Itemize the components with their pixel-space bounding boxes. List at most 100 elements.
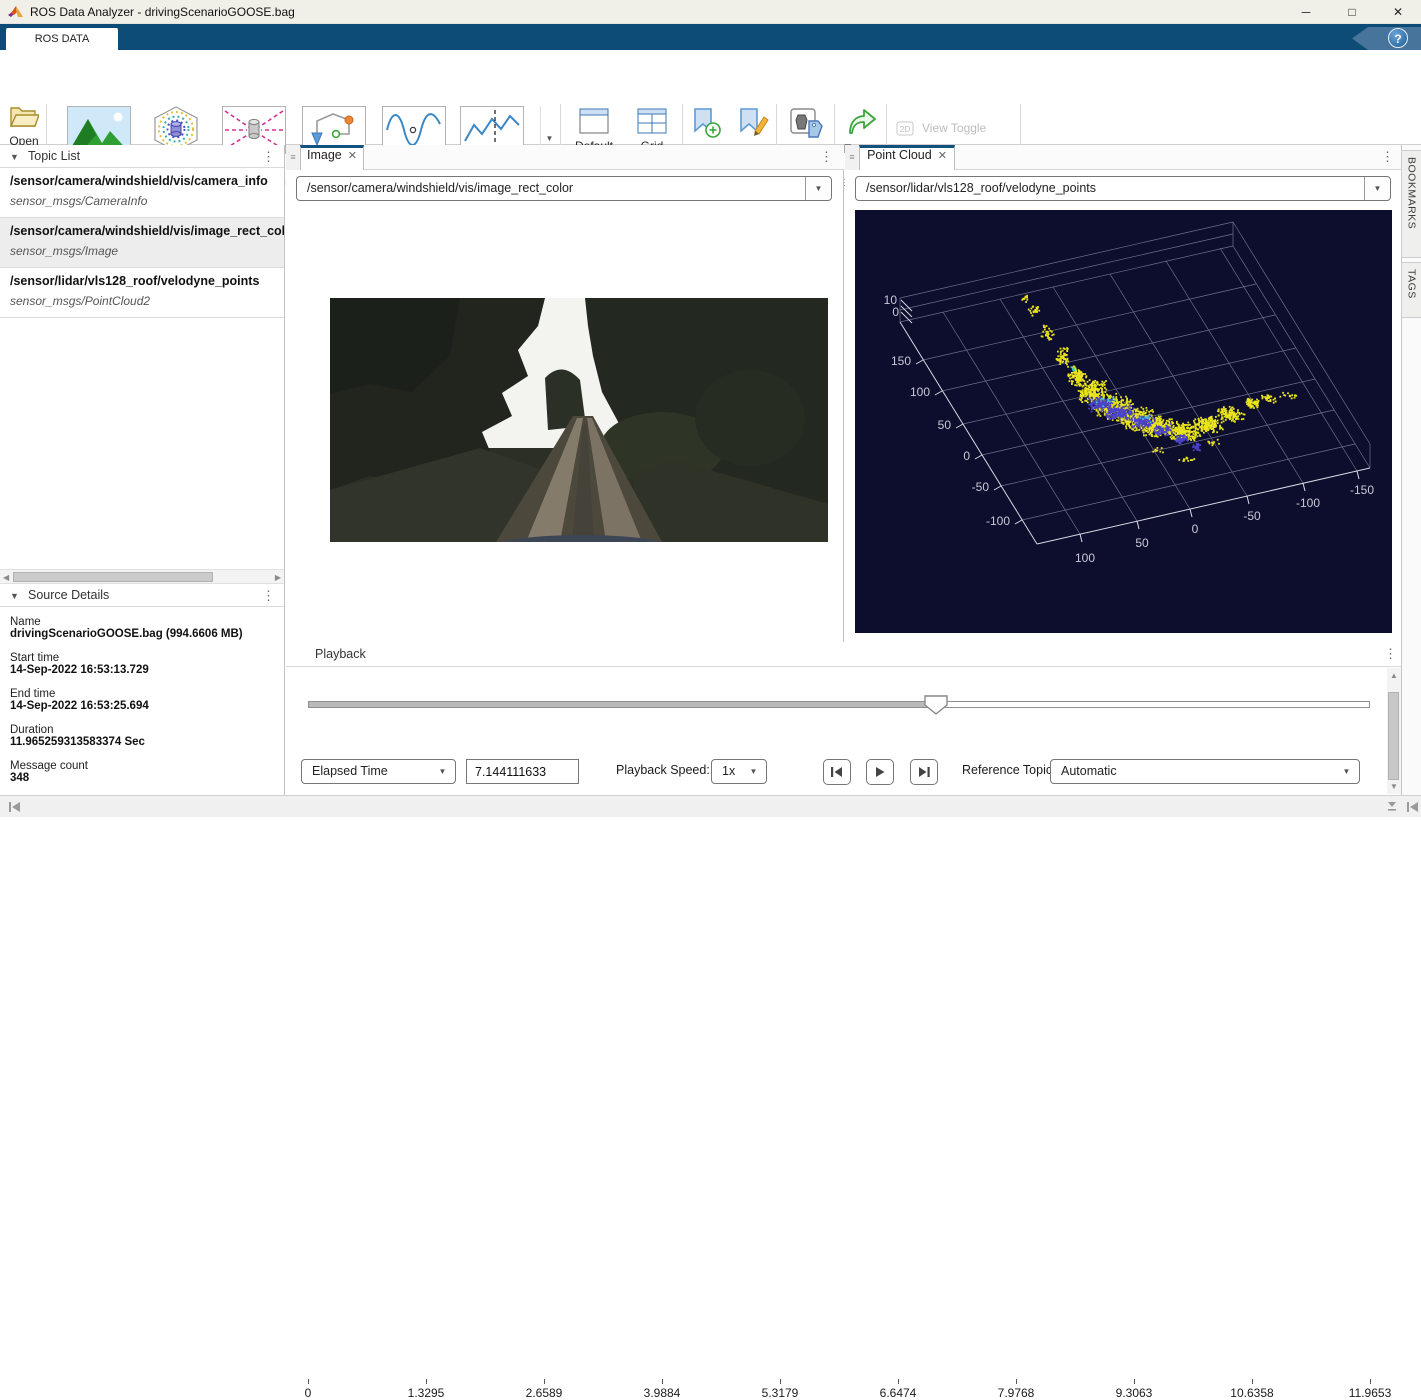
pointcloud-topic-value: /sensor/lidar/vls128_roof/velodyne_point… [866, 177, 1096, 200]
source-field-value: 11.965259313583374 Sec [10, 736, 145, 748]
minimize-button[interactable]: ─ [1283, 0, 1329, 24]
tab-close-icon[interactable]: ✕ [348, 150, 357, 162]
collapse-right-strip-icon[interactable] [1406, 801, 1419, 813]
slider-tick [426, 1379, 427, 1384]
source-field-value: 348 [10, 772, 29, 784]
slider-tick [544, 1379, 545, 1384]
combo-arrow[interactable]: ▼ [1334, 760, 1359, 783]
topic-list-item-selected[interactable]: /sensor/camera/windshield/vis/image_rect… [0, 218, 284, 268]
pointcloud-panel-tabbar: ≡ Point Cloud ✕ ⋮ [845, 145, 1401, 170]
slider-tick [1134, 1379, 1135, 1384]
slider-tick [662, 1379, 663, 1384]
kebab-menu-icon[interactable]: ⋮ [1384, 647, 1397, 661]
topic-list-item[interactable]: /sensor/camera/windshield/vis/camera_inf… [0, 168, 284, 218]
reference-topic-label: Reference Topic: [962, 763, 1056, 777]
panel-menu-icon[interactable]: ≡ [286, 145, 300, 170]
camera-image [330, 298, 828, 542]
reference-topic-combobox[interactable]: Automatic ▼ [1050, 759, 1360, 784]
slider-tick [898, 1379, 899, 1384]
image-panel: ≡ Image ✕ ⋮ /sensor/camera/windshield/vis… [286, 145, 844, 642]
source-field-value: 14-Sep-2022 16:53:25.694 [10, 700, 149, 712]
kebab-menu-icon[interactable]: ⋮ [820, 150, 833, 164]
chevron-down-icon: ▼ [815, 184, 823, 193]
scroll-right-icon[interactable]: ▶ [275, 573, 281, 582]
combo-arrow[interactable]: ▼ [805, 177, 831, 200]
tab-bookmarks-vertical[interactable]: BOOKMARKS [1401, 150, 1421, 258]
collapse-left-icon[interactable] [8, 801, 21, 813]
playback-speed-combobox[interactable]: 1x ▼ [711, 759, 767, 784]
scroll-up-icon[interactable]: ▲ [1390, 671, 1398, 680]
tags-vertical-label: TAGS [1406, 269, 1418, 299]
help-button[interactable]: ? [1388, 28, 1408, 48]
tab-tags-vertical[interactable]: TAGS [1401, 262, 1421, 318]
playback-vscrollbar[interactable]: ▲ ▼ [1387, 668, 1401, 794]
scroll-down-icon[interactable]: ▼ [1390, 782, 1398, 791]
slider-tick [1370, 1379, 1371, 1384]
pointcloud-topic-combobox[interactable]: /sensor/lidar/vls128_roof/velodyne_point… [855, 176, 1391, 201]
slider-tick-label: 1.3295 [381, 1386, 471, 1400]
slider-tick-label: 7.9768 [971, 1386, 1061, 1400]
kebab-menu-icon[interactable]: ⋮ [262, 150, 275, 164]
playback-speed-value: 1x [722, 760, 735, 783]
ribbon-tab-ros-data-analyzer[interactable]: ROS DATA ANALYZER [6, 28, 118, 50]
slider-thumb[interactable] [924, 695, 948, 715]
svg-text:-150: -150 [1350, 483, 1374, 497]
collapse-arrow-icon[interactable]: ▼ [10, 591, 19, 601]
slider-tick [780, 1379, 781, 1384]
pointcloud-panel: ≡ Point Cloud ✕ ⋮ /sensor/lidar/vls128_ro… [845, 145, 1401, 642]
maximize-button[interactable]: □ [1329, 0, 1375, 24]
pointcloud-plot[interactable]: 150 100 50 0 -50 -100 100 50 0 -50 -100 … [855, 210, 1392, 633]
source-details-header: ▼ Source Details ⋮ [0, 584, 284, 607]
tab-close-icon[interactable]: ✕ [938, 150, 947, 162]
folder-icon [9, 105, 39, 129]
svg-text:50: 50 [1135, 536, 1149, 550]
image-topic-combobox[interactable]: /sensor/camera/windshield/vis/image_rect… [296, 176, 832, 201]
scroll-left-icon[interactable]: ◀ [3, 573, 9, 582]
add-tag-icon [789, 107, 825, 141]
view-toggle-button[interactable]: 2D View Toggle [896, 120, 1016, 138]
collapse-down-icon[interactable] [1386, 801, 1398, 813]
step-back-icon [829, 764, 845, 780]
play-button[interactable] [866, 759, 894, 785]
tab-point-cloud-label: Point Cloud [867, 148, 932, 162]
collapse-arrow-icon[interactable]: ▼ [10, 152, 19, 162]
chevron-down-icon: ▼ [546, 134, 554, 143]
svg-text:0: 0 [1192, 522, 1199, 536]
playback-body: 0 1.3295 2.6589 3.9884 5.3179 6.6474 7.9… [286, 667, 1401, 795]
kebab-menu-icon[interactable]: ⋮ [262, 589, 275, 603]
time-mode-combobox[interactable]: Elapsed Time ▼ [301, 759, 456, 784]
panel-menu-icon[interactable]: ≡ [845, 145, 859, 170]
combo-arrow[interactable]: ▼ [741, 760, 766, 783]
topic-list-hscrollbar[interactable]: ◀ ▶ [0, 569, 284, 584]
title-bar: ROS Data Analyzer - drivingScenarioGOOSE… [0, 0, 1421, 24]
hscroll-thumb[interactable] [13, 572, 213, 582]
svg-text:-50: -50 [1243, 509, 1261, 523]
matlab-logo-icon [8, 5, 23, 19]
chevron-down-icon: ▼ [1374, 184, 1382, 193]
bottom-status-strip [0, 795, 1421, 817]
slider-tick-label: 9.3063 [1089, 1386, 1179, 1400]
tab-point-cloud[interactable]: Point Cloud ✕ [859, 145, 955, 170]
step-forward-button[interactable] [910, 759, 938, 785]
grid-layout-icon [637, 108, 667, 134]
close-button[interactable]: ✕ [1375, 0, 1421, 24]
combo-arrow[interactable]: ▼ [430, 760, 455, 783]
tab-image-label: Image [307, 148, 342, 162]
slider-track-filled[interactable] [308, 701, 936, 708]
topic-list-item[interactable]: /sensor/lidar/vls128_roof/velodyne_point… [0, 268, 284, 318]
app-window: { "window": { "title": "ROS Data Analyze… [0, 0, 1421, 817]
play-icon [872, 764, 888, 780]
slider-track[interactable] [936, 701, 1370, 708]
topic-list-header: ▼ Topic List ⋮ [0, 145, 284, 168]
vscroll-thumb[interactable] [1388, 692, 1399, 780]
step-back-button[interactable] [823, 759, 851, 785]
chevron-down-icon: ▼ [1343, 767, 1351, 776]
kebab-menu-icon[interactable]: ⋮ [1381, 150, 1394, 164]
svg-text:100: 100 [1075, 551, 1095, 565]
source-field-label: Duration [10, 724, 53, 736]
elapsed-time-input[interactable] [466, 759, 579, 784]
svg-text:50: 50 [938, 418, 952, 432]
tab-image[interactable]: Image ✕ [300, 145, 364, 170]
combo-arrow[interactable]: ▼ [1364, 177, 1390, 200]
source-field-label: End time [10, 688, 55, 700]
